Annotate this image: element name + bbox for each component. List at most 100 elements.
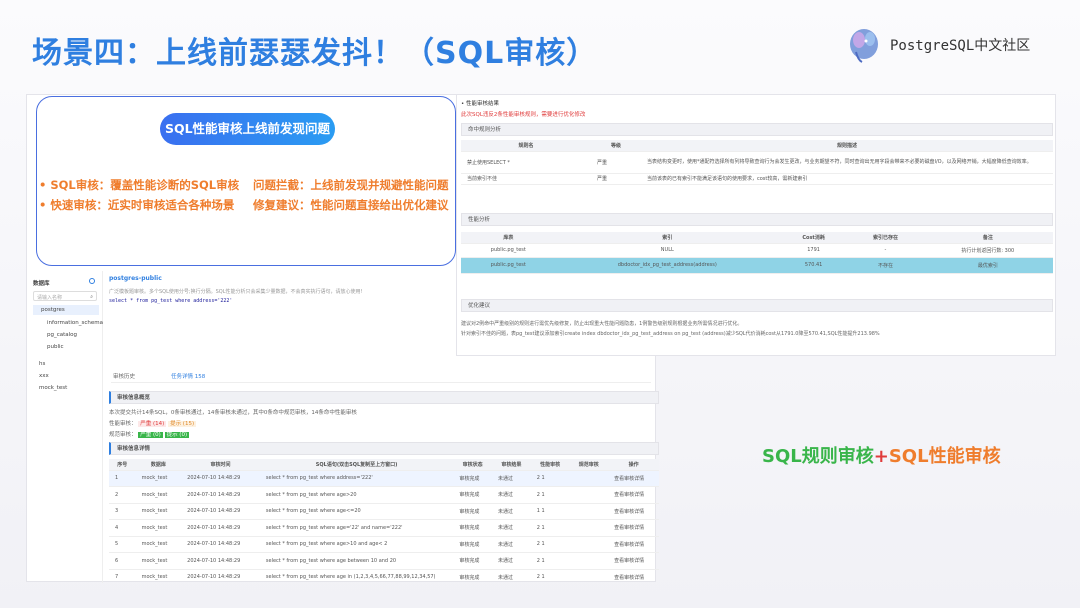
row-spec [569,486,609,504]
row-perf: 2 1 [530,552,570,570]
col-spec: 规范审核 [569,459,609,471]
table-row[interactable]: 5 mock_test 2024-07-10 14:48:29 select * fr… [109,536,659,553]
row-result: 未通过 [492,569,531,580]
row-audit-time: 2024-07-10 14:48:29 [181,470,260,487]
sidebar-item-hs[interactable]: hs [39,361,45,367]
row-audit-time: 2024-07-10 14:48:29 [181,486,260,504]
row-action[interactable]: 查看审核详情 [608,519,659,537]
row-result: 未通过 [492,536,531,553]
table-row[interactable]: 7 mock_test 2024-07-10 14:48:29 select * fr… [109,569,659,580]
row-audit-time: 2024-07-10 14:48:29 [181,536,260,553]
perf-exists: - [848,243,923,258]
col-index: 序号 [109,459,136,471]
slide: 场景四：上线前瑟瑟发抖！（SQL审核） PostgreSQL中文社区 数据库 请… [0,0,1080,608]
row-sql[interactable]: select * from pg_test where age>10 and a… [259,536,454,553]
table-row[interactable]: 4 mock_test 2024-07-10 14:48:29 select * fr… [109,519,659,537]
sidebar-header: 数据库 [33,281,50,287]
row-action[interactable]: 查看审核详情 [608,569,659,580]
row-sql[interactable]: select * from pg_test where age in (1,2,… [259,569,454,580]
row-sql[interactable]: select * from pg_test where age between … [259,552,454,570]
search-icon: ⌕ [90,294,93,300]
tab-audit-history[interactable]: 审核历史 [113,372,135,380]
perf-hint-tag: 提示 (15) [168,421,197,427]
perf-table: 库表 索引 Cost消耗 索引已存在 备注 public.pg_test NUL… [461,232,1053,274]
row-database: mock_test [135,552,182,570]
row-sql[interactable]: select * from pg_test where age='22' and… [259,519,454,537]
row-index: 3 [109,503,136,520]
slide-title: 场景四：上线前瑟瑟发抖！（SQL审核） [32,36,598,71]
col-database: 数据库 [135,459,182,471]
rule-table: 规则名 等级 规则描述 禁止使用SELECT * 严重 当表结构变更时，使用*通… [461,140,1053,185]
sidebar-item-information-schema[interactable]: information_schema [47,320,103,326]
rule-analysis: 命中规则分析 规则名 等级 规则描述 禁止使用SELECT * 严重 当表结构变… [461,123,1053,185]
result-header: • 性能审核结果 [461,101,499,107]
advice-line-1: 建议对2例命中严重级别的规则进行需优先级修复，防止出现重大性能问题隐患，1例警告… [461,321,743,327]
row-index: 5 [109,536,136,553]
db-search-input[interactable]: 请输入名称 ⌕ [33,291,97,301]
optimization-advice: 优化建议 建议对2例命中严重级别的规则进行需优先级修复，防止出现重大性能问题隐患… [461,299,1053,337]
row-index: 6 [109,552,136,570]
row-perf: 2 1 [530,470,570,487]
perf-cost: 1791 [778,243,849,258]
sidebar-item-postgres[interactable]: postgres [33,305,99,315]
editor-tab[interactable]: postgres-public [109,275,459,282]
logo: PostgreSQL中文社区 [846,26,1030,64]
result-tabs: 审核历史 任务详情 158 [111,369,651,383]
row-result: 未通过 [492,519,531,537]
logo-text: PostgreSQL中文社区 [890,38,1031,54]
row-action[interactable]: 查看审核详情 [608,503,659,520]
table-row[interactable]: 1 mock_test 2024-07-10 14:48:29 select * fr… [109,470,659,487]
perf-note: 最优索引 [922,257,1053,274]
summary-section-title: 审核信息概览 [109,391,659,404]
row-result: 未通过 [492,486,531,504]
details-section-title: 审核信息详情 [109,442,659,455]
row-database: mock_test [135,569,182,580]
perf-analysis: 性能分析 库表 索引 Cost消耗 索引已存在 备注 public.pg_tes… [461,213,1053,274]
row-sql[interactable]: select * from pg_test where address='222… [259,470,454,487]
row-action[interactable]: 查看审核详情 [608,552,659,570]
row-sql[interactable]: select * from pg_test where age>20 [259,486,454,504]
col-action: 操作 [608,459,659,471]
sidebar-item-public[interactable]: public [47,344,64,350]
perf-col-index: 索引 [555,232,779,244]
refresh-icon[interactable] [89,278,95,284]
perf-audit-label: 性能审核： [109,421,137,427]
editor-sql[interactable]: select * from pg_test where address='222… [109,298,459,304]
rule-row: 禁止使用SELECT * 严重 当表结构变更时，使用*通配符选择所有列将导致查询… [461,151,1053,174]
sidebar-item-xxx[interactable]: xxx [39,373,49,379]
sidebar-item-label: postgres [41,307,65,313]
rule-desc: 当表结构变更时，使用*通配符选择所有列将导致查询行为会发生更改，与业务期望不符，… [641,151,1053,174]
editor-hint: 广泛模板题审核。多个SQL使用分号;换行分隔。SQL性能分析只会采集少量数据，不… [109,289,363,295]
row-index: 7 [109,569,136,580]
sidebar-item-pg-catalog[interactable]: pg_catalog [47,332,77,338]
tab-task-detail[interactable]: 任务详情 158 [171,372,205,380]
row-spec [569,569,609,580]
audit-summary: 审核信息概览 本次提交共计14条SQL，0条审核通过，14条审核未通过，其中0条… [109,391,659,438]
callout-title: SQL性能审核上线前发现问题 [160,113,335,145]
row-action[interactable]: 查看审核详情 [608,536,659,553]
details-table: 序号 数据库 审核时间 SQL语句(双击SQL复制至上方窗口) 审核状态 审核结… [109,459,659,580]
sql-editor[interactable]: postgres-public 广泛模板题审核。多个SQL使用分号;换行分隔。S… [109,275,459,363]
perf-col-table: 库表 [461,232,556,244]
rule-name: 禁止使用SELECT * [461,151,591,174]
result-warning: 此次SQL违反2条性能审核规则，需要进行优化修改 [461,112,586,118]
plus-sign: + [873,446,889,467]
perf-index: NULL [555,243,779,258]
advice-line-2: 针对索引不佳的问题，表pg_test建议添加索引create index dbd… [461,331,880,337]
row-result: 未通过 [492,503,531,520]
table-row[interactable]: 2 mock_test 2024-07-10 14:48:29 select * fr… [109,486,659,504]
perf-result-panel: • 性能审核结果 此次SQL违反2条性能审核规则，需要进行优化修改 命中规则分析… [456,94,1056,356]
spec-audit-row: 规范审核： 严重 (0) 提示 (0) [109,430,659,438]
table-row[interactable]: 6 mock_test 2024-07-10 14:48:29 select * fr… [109,552,659,570]
rule-col-level: 等级 [591,140,641,152]
sidebar-item-mock-test[interactable]: mock_test [39,385,67,391]
row-status: 审核完成 [453,486,493,504]
perf-row-highlighted: public.pg_test dbdoctor_idx_pg_test_addr… [461,257,1053,274]
table-row[interactable]: 3 mock_test 2024-07-10 14:48:29 select * fr… [109,503,659,520]
row-perf: 2 1 [530,536,570,553]
rule-col-desc: 规则描述 [641,140,1053,152]
spec-severe-tag: 严重 (0) [138,432,163,438]
row-action[interactable]: 查看审核详情 [608,486,659,504]
row-sql[interactable]: select * from pg_test where age<=20 [259,503,454,520]
row-action[interactable]: 查看审核详情 [608,470,659,487]
